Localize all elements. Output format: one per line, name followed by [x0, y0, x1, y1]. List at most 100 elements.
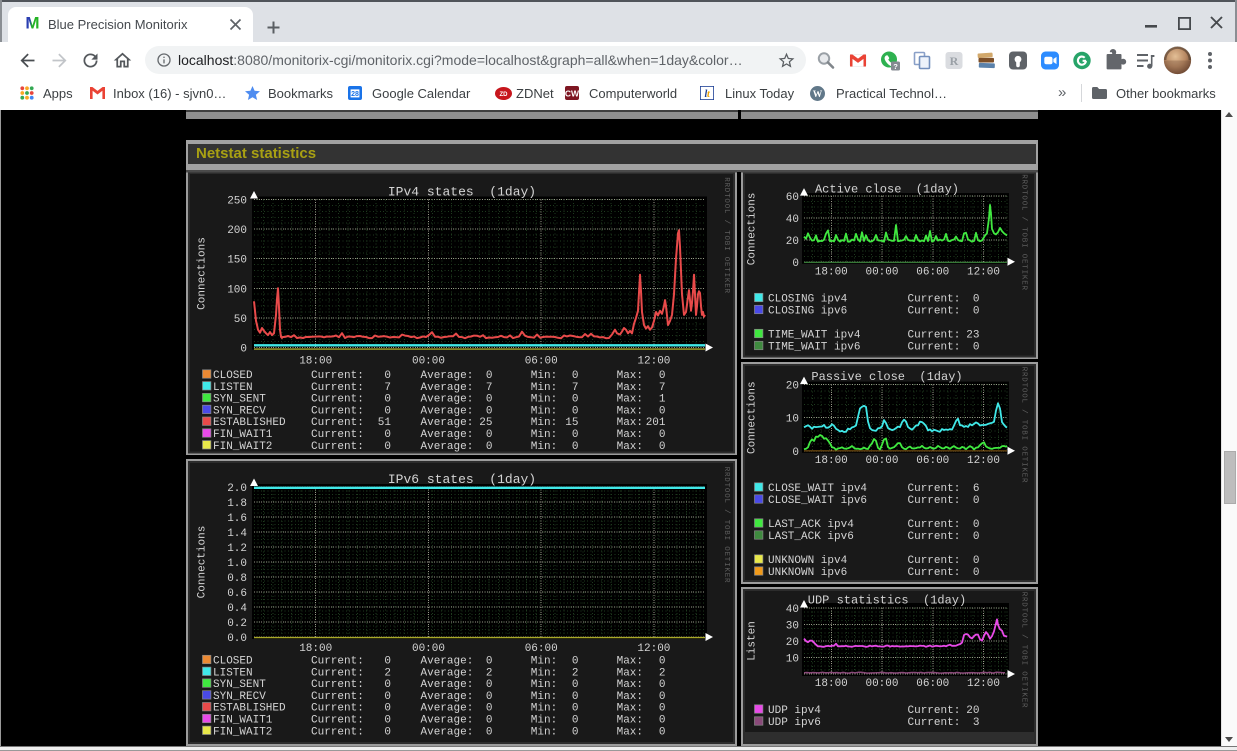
svg-text:UDP ipv4: UDP ipv4 [768, 705, 821, 717]
svg-text:Current:: Current: [908, 329, 961, 341]
svg-text:06:00: 06:00 [916, 455, 949, 467]
svg-text:Average:: Average: [421, 679, 474, 691]
svg-text:TIME_WAIT ipv4: TIME_WAIT ipv4 [768, 329, 861, 341]
svg-text:06:00: 06:00 [916, 678, 949, 690]
svg-text:0: 0 [659, 679, 666, 691]
svg-text:2: 2 [659, 667, 666, 679]
svg-text:Average:: Average: [421, 715, 474, 727]
svg-text:R: R [950, 54, 959, 68]
svg-text:Current:: Current: [908, 483, 961, 495]
svg-text:00:00: 00:00 [412, 643, 445, 655]
svg-text:0: 0 [659, 703, 666, 715]
svg-text:Current:: Current: [311, 667, 364, 679]
svg-text:Current:: Current: [908, 705, 961, 717]
svg-text:Current:: Current: [311, 691, 364, 703]
svg-text:SYN_SENT: SYN_SENT [213, 679, 266, 691]
svg-text:Max:: Max: [617, 417, 643, 429]
svg-text:Connections: Connections [197, 526, 209, 599]
svg-text:Min:: Min: [531, 703, 557, 715]
svg-text:CLOSING ipv4: CLOSING ipv4 [768, 293, 848, 305]
svg-text:0: 0 [659, 726, 666, 738]
svg-text:Min:: Min: [531, 370, 557, 382]
svg-text:Max:: Max: [617, 405, 643, 417]
svg-text:Max:: Max: [617, 429, 643, 441]
svg-text:Min:: Min: [531, 715, 557, 727]
svg-text:Current:: Current: [311, 679, 364, 691]
svg-text:W: W [813, 90, 823, 100]
svg-text:0: 0 [384, 405, 391, 417]
svg-text:12:00: 12:00 [637, 643, 670, 655]
svg-text:0.2: 0.2 [227, 618, 247, 630]
svg-text:FIN_WAIT1: FIN_WAIT1 [213, 429, 273, 441]
svg-text:0: 0 [486, 429, 493, 441]
svg-text:3: 3 [973, 717, 980, 729]
svg-text:50: 50 [234, 313, 247, 325]
svg-text:FIN_WAIT2: FIN_WAIT2 [213, 726, 272, 738]
svg-text:1: 1 [659, 393, 666, 405]
svg-text:Current:: Current: [311, 703, 364, 715]
svg-text:0: 0 [792, 447, 799, 459]
svg-text:0: 0 [659, 370, 666, 382]
svg-text:200: 200 [227, 225, 247, 237]
svg-text:0: 0 [486, 726, 493, 738]
svg-text:Current:: Current: [311, 656, 364, 668]
svg-text:0: 0 [384, 703, 391, 715]
svg-text:Current:: Current: [311, 429, 364, 441]
svg-text:23: 23 [966, 329, 979, 341]
svg-text:Max:: Max: [617, 370, 643, 382]
svg-text:18:00: 18:00 [815, 455, 848, 467]
svg-text:Min:: Min: [531, 656, 557, 668]
svg-text:20: 20 [786, 235, 799, 247]
svg-text:15: 15 [565, 417, 578, 429]
svg-text:TIME_WAIT ipv6: TIME_WAIT ipv6 [768, 341, 860, 353]
svg-text:0: 0 [572, 405, 579, 417]
svg-text:Average:: Average: [421, 370, 474, 382]
svg-text:0: 0 [659, 405, 666, 417]
svg-text:0: 0 [659, 715, 666, 727]
svg-text:40: 40 [786, 214, 799, 226]
svg-text:Current:: Current: [908, 341, 961, 353]
svg-text:Min:: Min: [531, 667, 557, 679]
svg-text:UDP statistics (1day): UDP statistics (1day) [808, 594, 966, 608]
svg-text:Current:: Current: [311, 405, 364, 417]
svg-text:12:00: 12:00 [967, 678, 1000, 690]
svg-text:Current:: Current: [908, 293, 961, 305]
svg-text:12:00: 12:00 [967, 455, 1000, 467]
svg-text:0: 0 [973, 293, 980, 305]
svg-text:10: 10 [786, 654, 799, 666]
svg-text:0: 0 [486, 679, 493, 691]
svg-text:Average:: Average: [421, 667, 474, 679]
svg-text:Average:: Average: [421, 381, 474, 393]
svg-text:Max:: Max: [617, 703, 643, 715]
svg-text:0: 0 [572, 703, 579, 715]
svg-text:Listen: Listen [747, 621, 759, 661]
svg-text:Max:: Max: [617, 715, 643, 727]
svg-text:Current:: Current: [311, 381, 364, 393]
svg-text:12:00: 12:00 [967, 266, 1000, 278]
svg-text:7: 7 [572, 381, 579, 393]
svg-text:00:00: 00:00 [865, 266, 898, 278]
svg-text:SYN_RECV: SYN_RECV [213, 691, 266, 703]
svg-text:Current:: Current: [908, 555, 961, 567]
svg-text:250: 250 [227, 195, 247, 207]
svg-text:12:00: 12:00 [637, 355, 670, 367]
svg-text:0: 0 [572, 370, 579, 382]
svg-text:Min:: Min: [531, 405, 557, 417]
svg-text:Min:: Min: [531, 429, 557, 441]
svg-text:Average:: Average: [421, 440, 474, 452]
svg-text:2: 2 [384, 667, 391, 679]
svg-text:CLOSED: CLOSED [213, 370, 253, 382]
svg-text:1.6: 1.6 [227, 513, 247, 525]
svg-text:0: 0 [384, 715, 391, 727]
svg-text:0: 0 [384, 726, 391, 738]
svg-text:CW: CW [565, 88, 579, 98]
svg-text:Average:: Average: [421, 726, 474, 738]
svg-text:ESTABLISHED: ESTABLISHED [213, 703, 286, 715]
svg-text:7: 7 [384, 381, 391, 393]
svg-text:0: 0 [572, 715, 579, 727]
svg-text:0: 0 [384, 393, 391, 405]
svg-text:Current:: Current: [908, 305, 961, 317]
svg-text:2: 2 [572, 667, 579, 679]
svg-text:Connections: Connections [197, 237, 209, 310]
svg-text:25: 25 [479, 417, 492, 429]
